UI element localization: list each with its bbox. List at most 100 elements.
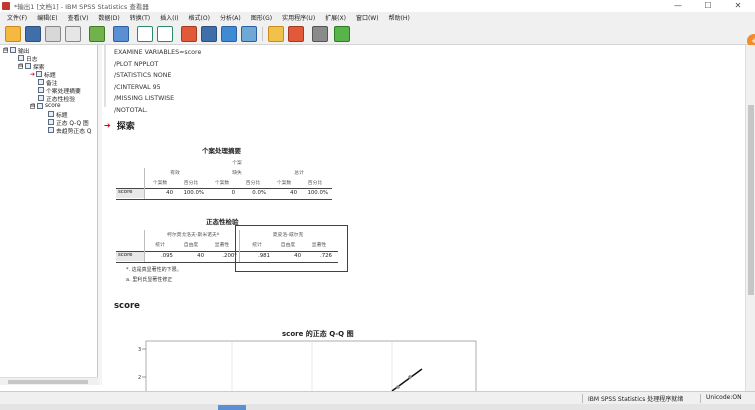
status-separator	[582, 394, 583, 403]
status-bar: IBM SPSS Statistics 处理程序就绪 Unicode:ON	[0, 391, 755, 404]
table-rule	[116, 188, 332, 189]
redo-icon[interactable]	[157, 26, 173, 42]
chart-icon[interactable]	[241, 26, 257, 42]
col-header: 百分比	[183, 181, 199, 186]
table-cell: 0	[231, 190, 235, 196]
scroll-thumb[interactable]	[8, 380, 88, 384]
col-group-missing: 缺失	[232, 171, 242, 176]
notes-icon	[38, 79, 44, 85]
goto-case-icon[interactable]	[201, 26, 217, 42]
log-icon	[18, 55, 24, 61]
menu-insert[interactable]: 插入(I)	[155, 13, 183, 22]
menu-transform[interactable]: 转换(T)	[125, 13, 155, 22]
outline-item-normality[interactable]: 正态性检验	[38, 94, 75, 103]
maximize-button[interactable]: ☐	[697, 0, 719, 12]
outline-horizontal-scrollbar[interactable]	[0, 377, 98, 385]
menu-extensions[interactable]: 扩展(X)	[320, 13, 351, 22]
print-icon[interactable]	[45, 26, 61, 42]
menu-help[interactable]: 帮助(H)	[384, 13, 415, 22]
qq-point	[396, 385, 400, 389]
variables-icon[interactable]	[221, 26, 237, 42]
menu-analyze[interactable]: 分析(A)	[215, 13, 246, 22]
title-icon	[48, 111, 54, 117]
designate-window-icon[interactable]	[268, 26, 284, 42]
table-cell: 0.0%	[252, 190, 266, 196]
title-bar: *输出1 [文档1] - IBM SPSS Statistics 查看器 — ☐…	[0, 0, 755, 12]
taskbar-app-button[interactable]	[218, 405, 246, 410]
section-heading: ➔ 探索	[104, 119, 135, 132]
menu-format[interactable]: 格式(O)	[184, 13, 215, 22]
outline-item-label: 去趋势正态 Q	[56, 128, 92, 135]
recall-dialog-icon[interactable]	[113, 26, 129, 42]
col-header: 个案数	[214, 181, 230, 186]
col-group-ks: 柯尔莫戈洛夫-斯米诺夫ª	[167, 233, 219, 238]
collapse-icon[interactable]: ⊟	[3, 47, 8, 53]
open-folder-icon[interactable]	[5, 26, 21, 42]
col-group-valid: 有效	[170, 171, 180, 176]
save-icon[interactable]	[25, 26, 41, 42]
outline-pane: ⊟ 输出 日志 ⊟ 探索 ➔ 标题 备注 个案处理摘要 正态性检验 ⊟ scor…	[0, 45, 98, 385]
normality-title: 正态性检验	[206, 218, 239, 226]
log-margin	[104, 45, 106, 107]
outline-item-detrended-qq[interactable]: 去趋势正态 Q	[48, 126, 92, 135]
collapse-icon[interactable]: ⊟	[30, 103, 35, 109]
col-header: 个案数	[276, 181, 292, 186]
col-header: 百分比	[245, 181, 261, 186]
output-folder-icon	[10, 47, 16, 53]
current-item-arrow-icon: ➔	[30, 70, 36, 78]
menu-bar: 文件(F) 编辑(E) 查看(V) 数据(D) 转换(T) 插入(I) 格式(O…	[0, 12, 755, 23]
collapse-icon[interactable]: ⊟	[18, 63, 23, 69]
section-title: 探索	[116, 122, 135, 132]
syntax-line: EXAMINE VARIABLES=score	[114, 49, 202, 56]
syntax-line: /PLOT NPPLOT	[114, 60, 159, 68]
table-cell: .200*	[222, 253, 237, 259]
unicode-status: Unicode:ON	[706, 394, 742, 401]
menu-view[interactable]: 查看(V)	[63, 13, 94, 22]
export-icon[interactable]	[89, 26, 105, 42]
title-icon	[36, 71, 43, 77]
table-cell: 40	[290, 190, 297, 196]
minimize-button[interactable]: —	[667, 0, 689, 12]
menu-utilities[interactable]: 实用程序(U)	[277, 13, 320, 22]
highlight-annotation	[235, 225, 348, 272]
undo-icon[interactable]	[137, 26, 153, 42]
content-vertical-scrollbar[interactable]	[745, 45, 755, 391]
col-group-total: 总计	[294, 171, 304, 176]
goto-data-icon[interactable]	[181, 26, 197, 42]
print-preview-icon[interactable]	[65, 26, 81, 42]
promote-icon[interactable]	[288, 26, 304, 42]
row-label-score: score	[116, 189, 144, 198]
qq-plot	[142, 340, 477, 391]
menu-graphs[interactable]: 图形(G)	[246, 13, 277, 22]
table-icon	[38, 95, 44, 101]
close-button[interactable]: ✕	[727, 0, 749, 12]
outline-item-label: score	[45, 103, 61, 109]
toolbar	[0, 23, 755, 45]
table-cell: .095	[160, 253, 173, 259]
menu-edit[interactable]: 编辑(E)	[32, 13, 62, 22]
table-footnote: *. 这是真显著性的下限。	[126, 267, 182, 273]
col-header: 显著性	[214, 243, 230, 248]
create-title-icon[interactable]	[334, 26, 350, 42]
show-hide-icon[interactable]	[312, 26, 328, 42]
folder-icon	[37, 103, 43, 109]
window-title: *输出1 [文档1] - IBM SPSS Statistics 查看器	[14, 3, 149, 11]
case-group-header: 个案	[232, 161, 242, 166]
syntax-line: /MISSING LISTWISE	[114, 95, 175, 102]
toolbar-separator	[262, 27, 263, 41]
scroll-thumb[interactable]	[748, 105, 754, 295]
table-grid	[144, 168, 145, 199]
menu-file[interactable]: 文件(F)	[2, 13, 32, 22]
menu-data[interactable]: 数据(D)	[93, 13, 124, 22]
syntax-log: EXAMINE VARIABLES=score /PLOT NPPLOT /ST…	[114, 47, 201, 116]
syntax-line: /NOTOTAL.	[114, 106, 148, 114]
table-cell: 100.0%	[183, 190, 204, 196]
menu-window[interactable]: 窗口(W)	[351, 13, 384, 22]
current-item-arrow-icon: ➔	[104, 121, 111, 130]
syntax-line: /CINTERVAL 95	[114, 83, 161, 91]
table-cell: 40	[166, 190, 173, 196]
syntax-line: /STATISTICS NONE	[114, 72, 172, 79]
outline-item-explore[interactable]: ⊟ 探索	[18, 62, 45, 71]
folder-icon	[25, 63, 31, 69]
table-rule	[116, 199, 332, 200]
